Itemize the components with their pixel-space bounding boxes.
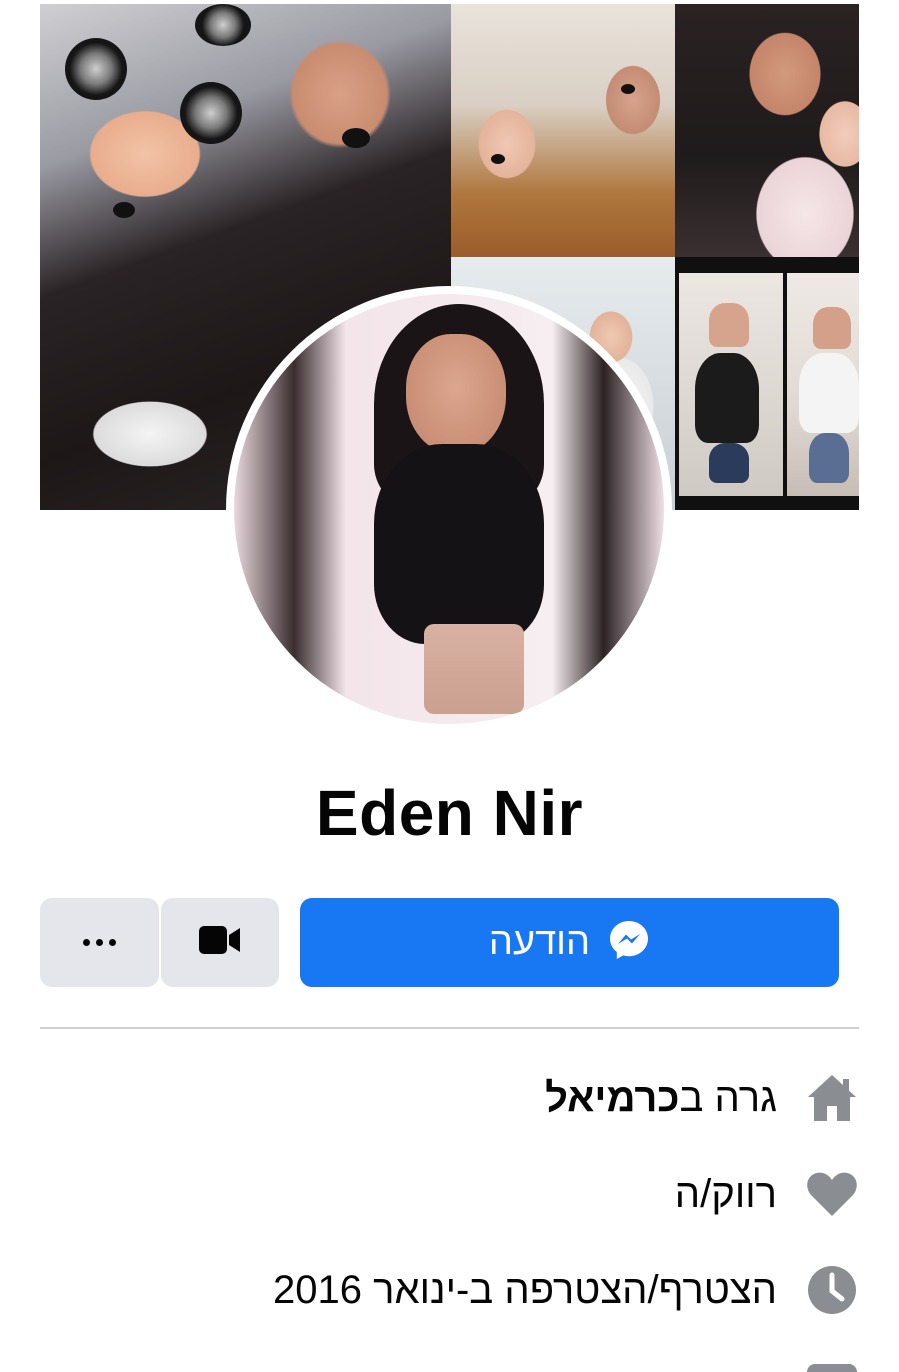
photo-panel bbox=[787, 273, 859, 496]
message-button-label: הודעה bbox=[488, 921, 591, 963]
intro-joined: הצטרף/הצטרפה ב-ינואר 2016 bbox=[40, 1260, 859, 1320]
child-figure bbox=[813, 307, 851, 349]
video-call-button[interactable] bbox=[161, 898, 279, 987]
more-options-button[interactable] bbox=[40, 898, 159, 987]
home-icon bbox=[805, 1071, 859, 1125]
heart-icon bbox=[805, 1167, 859, 1221]
avatar-figure-legs bbox=[424, 624, 524, 714]
lives-in-prefix: גרה ב bbox=[679, 1075, 777, 1120]
filter-nose bbox=[342, 128, 370, 148]
video-camera-icon bbox=[199, 925, 241, 960]
cover-photo-tile bbox=[675, 4, 859, 257]
avatar bbox=[234, 294, 664, 724]
avatar-figure-face bbox=[406, 334, 506, 454]
photo-panel bbox=[679, 273, 783, 496]
intro-next-icon bbox=[805, 1362, 859, 1372]
filter-nose bbox=[113, 202, 135, 218]
panda-ear-filter bbox=[65, 38, 127, 100]
cover-photo-tile bbox=[675, 257, 859, 510]
intro-relationship-text: רווק/ה bbox=[674, 1171, 777, 1216]
intro-relationship: רווק/ה bbox=[40, 1164, 859, 1224]
cover-photo-tile bbox=[451, 4, 675, 257]
panda-ear-filter bbox=[195, 4, 251, 46]
profile-picture[interactable] bbox=[226, 286, 672, 732]
filter-nose bbox=[621, 84, 635, 94]
clock-icon bbox=[805, 1263, 859, 1317]
intro-joined-text: הצטרף/הצטרפה ב-ינואר 2016 bbox=[273, 1267, 777, 1312]
divider bbox=[40, 1027, 859, 1029]
child-figure bbox=[809, 433, 849, 483]
filter-nose bbox=[491, 154, 505, 164]
more-dots-icon bbox=[83, 939, 116, 946]
avatar-figure-body bbox=[374, 444, 544, 644]
profile-name: Eden Nir bbox=[315, 777, 584, 849]
intro-lives-in: גרה בכרמיאל bbox=[40, 1068, 859, 1128]
child-figure bbox=[709, 443, 749, 483]
child-figure bbox=[709, 303, 749, 347]
intro-lives-in-text: גרה בכרמיאל bbox=[545, 1076, 777, 1121]
message-button[interactable]: הודעה bbox=[300, 898, 839, 987]
child-figure bbox=[695, 353, 759, 443]
lives-in-place-link[interactable]: כרמיאל bbox=[545, 1076, 679, 1120]
panda-ear-filter bbox=[180, 82, 242, 144]
messenger-icon bbox=[608, 919, 650, 966]
child-figure bbox=[799, 353, 859, 433]
